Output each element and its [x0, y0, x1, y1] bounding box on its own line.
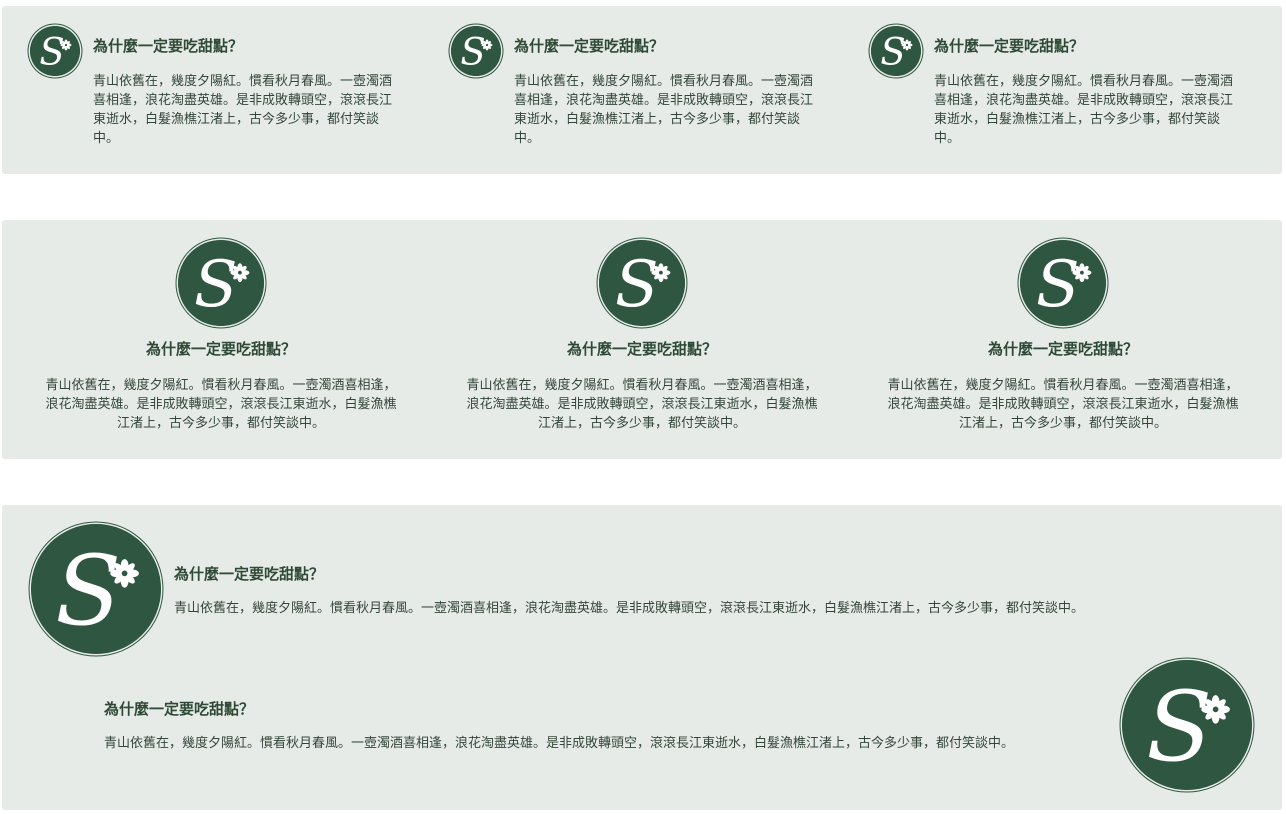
card-text: 青山依舊在，幾度夕陽紅。慣看秋月春風。一壺濁酒喜相逢，浪花淘盡英雄。是非成敗轉頭… — [514, 74, 814, 146]
sweet-s-logo-icon — [1122, 660, 1252, 790]
card-text: 青山依舊在，幾度夕陽紅。慣看秋月春風。一壺濁酒喜相逢，浪花淘盡英雄。是非成敗轉頭… — [93, 74, 393, 146]
card-title: 為什麼一定要吃甜點？ — [104, 700, 255, 718]
card-text: 青山依舊在，幾度夕陽紅。慣看秋月春風。一壺濁酒喜相逢，浪花淘盡英雄。是非成敗轉頭… — [104, 736, 1015, 751]
card-title: 為什麼一定要吃甜點？ — [514, 37, 665, 55]
feature-row-wide: 為什麼一定要吃甜點？ 青山依舊在，幾度夕陽紅。慣看秋月春風。一壺濁酒喜相逢，浪花… — [2, 505, 1282, 810]
sweet-s-logo-icon — [30, 26, 80, 76]
card-text: 青山依舊在，幾度夕陽紅。慣看秋月春風。一壺濁酒喜相逢，浪花淘盡英雄。是非成敗轉頭… — [174, 601, 1085, 616]
feature-row-centered: 為什麼一定要吃甜點？ 青山依舊在，幾度夕陽紅。慣看秋月春風。一壺濁酒喜相逢，浪花… — [2, 220, 1282, 459]
card-title: 為什麼一定要吃甜點？ — [174, 565, 325, 583]
sweet-s-logo-icon — [451, 26, 501, 76]
sweet-s-logo-icon — [178, 240, 264, 326]
sweet-s-logo-icon — [1020, 240, 1106, 326]
card-title: 為什麼一定要吃甜點？ — [934, 37, 1085, 55]
card-title: 為什麼一定要吃甜點？ — [987, 340, 1138, 358]
card-text: 青山依舊在，幾度夕陽紅。慣看秋月春風。一壺濁酒喜相逢，浪花淘盡英雄。是非成敗轉頭… — [466, 378, 818, 431]
sweet-s-logo-icon — [31, 524, 161, 654]
sweet-s-logo-icon — [599, 240, 685, 326]
card-text: 青山依舊在，幾度夕陽紅。慣看秋月春風。一壺濁酒喜相逢，浪花淘盡英雄。是非成敗轉頭… — [934, 74, 1234, 146]
sweet-s-logo-icon — [871, 26, 921, 76]
feature-row-small: 為什麼一定要吃甜點？ 青山依舊在，幾度夕陽紅。慣看秋月春風。一壺濁酒喜相逢，浪花… — [2, 6, 1282, 174]
card-text: 青山依舊在，幾度夕陽紅。慣看秋月春風。一壺濁酒喜相逢，浪花淘盡英雄。是非成敗轉頭… — [45, 378, 397, 431]
card-title: 為什麼一定要吃甜點？ — [93, 37, 244, 55]
card-title: 為什麼一定要吃甜點？ — [566, 340, 717, 358]
card-title: 為什麼一定要吃甜點？ — [145, 340, 296, 358]
card-text: 青山依舊在，幾度夕陽紅。慣看秋月春風。一壺濁酒喜相逢，浪花淘盡英雄。是非成敗轉頭… — [887, 378, 1239, 431]
